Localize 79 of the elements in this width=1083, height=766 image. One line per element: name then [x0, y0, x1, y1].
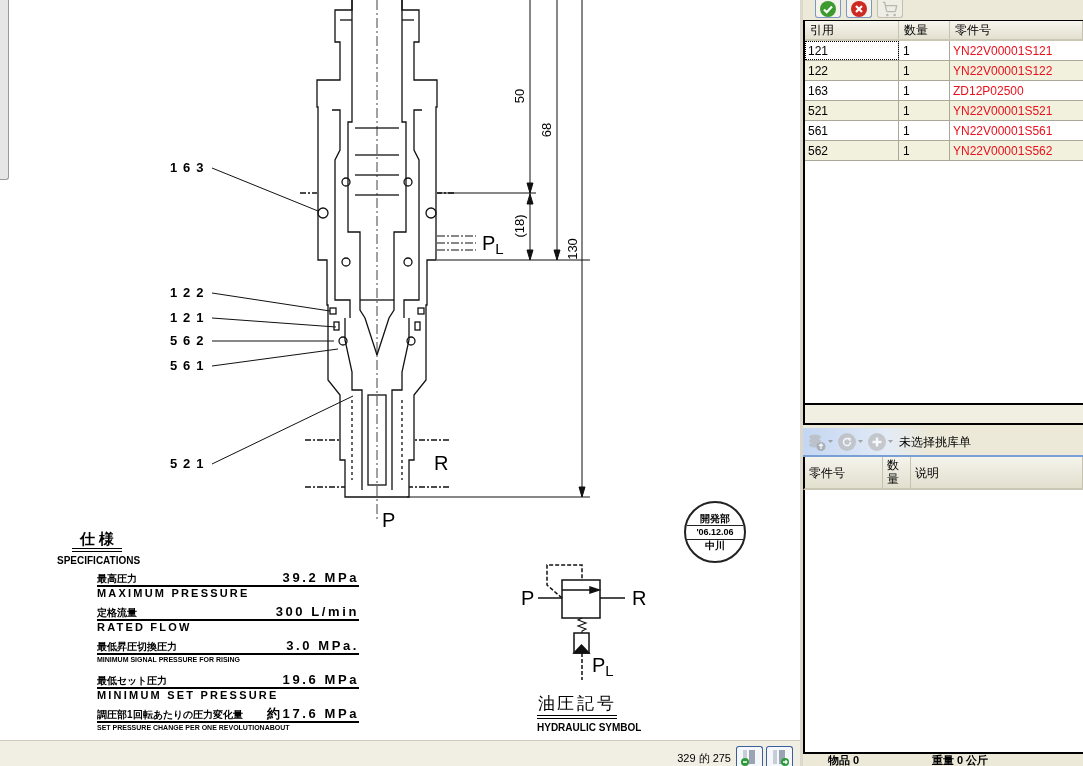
callout-number: 562 [170, 334, 210, 348]
table-cell: 1 [899, 41, 950, 60]
port-lines [436, 235, 477, 251]
spec-value: 3.0 MPa. [286, 638, 359, 653]
spec-value: 300 L/min [275, 604, 359, 619]
callout-number: 521 [170, 457, 210, 471]
page-counter: 329 的 275 [677, 752, 731, 765]
symbol-title: 油圧記号 [537, 693, 617, 719]
spec-name: 定格流量 [97, 607, 137, 619]
spec-label-en: MAXIMUM PRESSURE [97, 587, 250, 600]
table-cell-text: YN22V00001S561 [952, 122, 1054, 140]
table-cell-text: YN22V00001S122 [952, 62, 1054, 80]
column-header[interactable]: 引用 [805, 21, 899, 39]
plus-icon [868, 432, 886, 451]
spec-subtitle: SPECIFICATIONS [57, 555, 141, 567]
dimension-value: (18) [513, 214, 527, 238]
spec-value: 39.2 MPa [282, 570, 359, 585]
check-icon [820, 0, 836, 17]
caret-icon [828, 440, 833, 443]
spec-label-en: MINIMUM SET PRESSURE [97, 689, 279, 702]
spec-value: 19.6 MPa [282, 672, 359, 687]
spec-name: 最高圧力 [97, 573, 137, 585]
close-icon [851, 0, 867, 17]
table-cell[interactable]: 163 [805, 81, 899, 100]
column-header[interactable]: 数量 [887, 459, 899, 486]
callout-number: 122 [170, 286, 210, 300]
spec-name: 最低セット圧力 [97, 675, 167, 687]
port-label: P$_{L}$ [592, 654, 614, 676]
callout-number: 561 [170, 359, 210, 373]
caret-icon [858, 440, 863, 443]
status-count: 物品 0 [828, 754, 861, 766]
column-header[interactable]: 说明 [915, 463, 939, 482]
table-cell[interactable]: 561 [805, 121, 899, 140]
stamp-date: '06.12.06 [687, 524, 743, 540]
table-cell: 1 [899, 81, 950, 100]
dimension-value: 68 [540, 122, 554, 138]
caret-icon [888, 440, 893, 443]
dimension-value: 130 [566, 238, 580, 260]
table-cell: 1 [899, 121, 950, 140]
column-header[interactable]: 零件号 [809, 463, 845, 482]
spec-label-en: RATED FLOW [97, 621, 192, 634]
table-cell[interactable]: 562 [805, 141, 899, 160]
table-cell[interactable]: 521 [805, 101, 899, 120]
dimension-value: 50 [513, 88, 527, 104]
database-icon [808, 432, 826, 451]
page-button[interactable] [766, 746, 793, 766]
spec-title: 仕 様 [72, 530, 122, 552]
refresh-icon [838, 432, 856, 451]
port-label: P [382, 509, 396, 531]
spec-name: 最低昇圧切換圧力 [97, 641, 177, 653]
table-cell-text: ZD12P02500 [952, 82, 1025, 100]
port-label: R [434, 452, 449, 474]
table-cell: 1 [899, 101, 950, 120]
port-label: P$_{L}$ [482, 232, 504, 254]
table-cell[interactable]: 122 [805, 61, 899, 80]
page-button[interactable] [736, 746, 763, 766]
port-label: R [632, 587, 647, 609]
port-label: P [521, 587, 535, 609]
column-header[interactable]: 零件号 [950, 21, 1083, 39]
column-header[interactable]: 数量 [899, 21, 950, 39]
table-cell-text: YN22V00001S562 [952, 142, 1054, 160]
splitter-bar[interactable] [803, 405, 1083, 425]
symbol-subtitle: HYDRAULIC SYMBOL [537, 722, 642, 733]
callout-number: 121 [170, 311, 210, 325]
toolbar-button[interactable] [846, 0, 872, 18]
table-cell-text: YN22V00001S121 [952, 42, 1054, 60]
callout-number: 163 [170, 161, 210, 175]
table-cell: 1 [899, 141, 950, 160]
status-weight: 重量 0 公斤 [932, 754, 989, 766]
table-cell-text: YN22V00001S521 [952, 102, 1054, 120]
table-cell: 1 [899, 61, 950, 80]
pick-list-status: 未选择挑库单 [899, 433, 971, 451]
spec-name: 調圧部1回転あたりの圧力変化量 [97, 709, 243, 721]
toolbar-button[interactable] [815, 0, 841, 18]
spec-value: 約17.6 MPa [266, 706, 359, 721]
table-cell[interactable]: 121 [805, 41, 899, 60]
stamp-text: 中川 [705, 539, 725, 552]
cart-icon [882, 0, 898, 17]
stamp-text: 開発部 [700, 512, 730, 525]
